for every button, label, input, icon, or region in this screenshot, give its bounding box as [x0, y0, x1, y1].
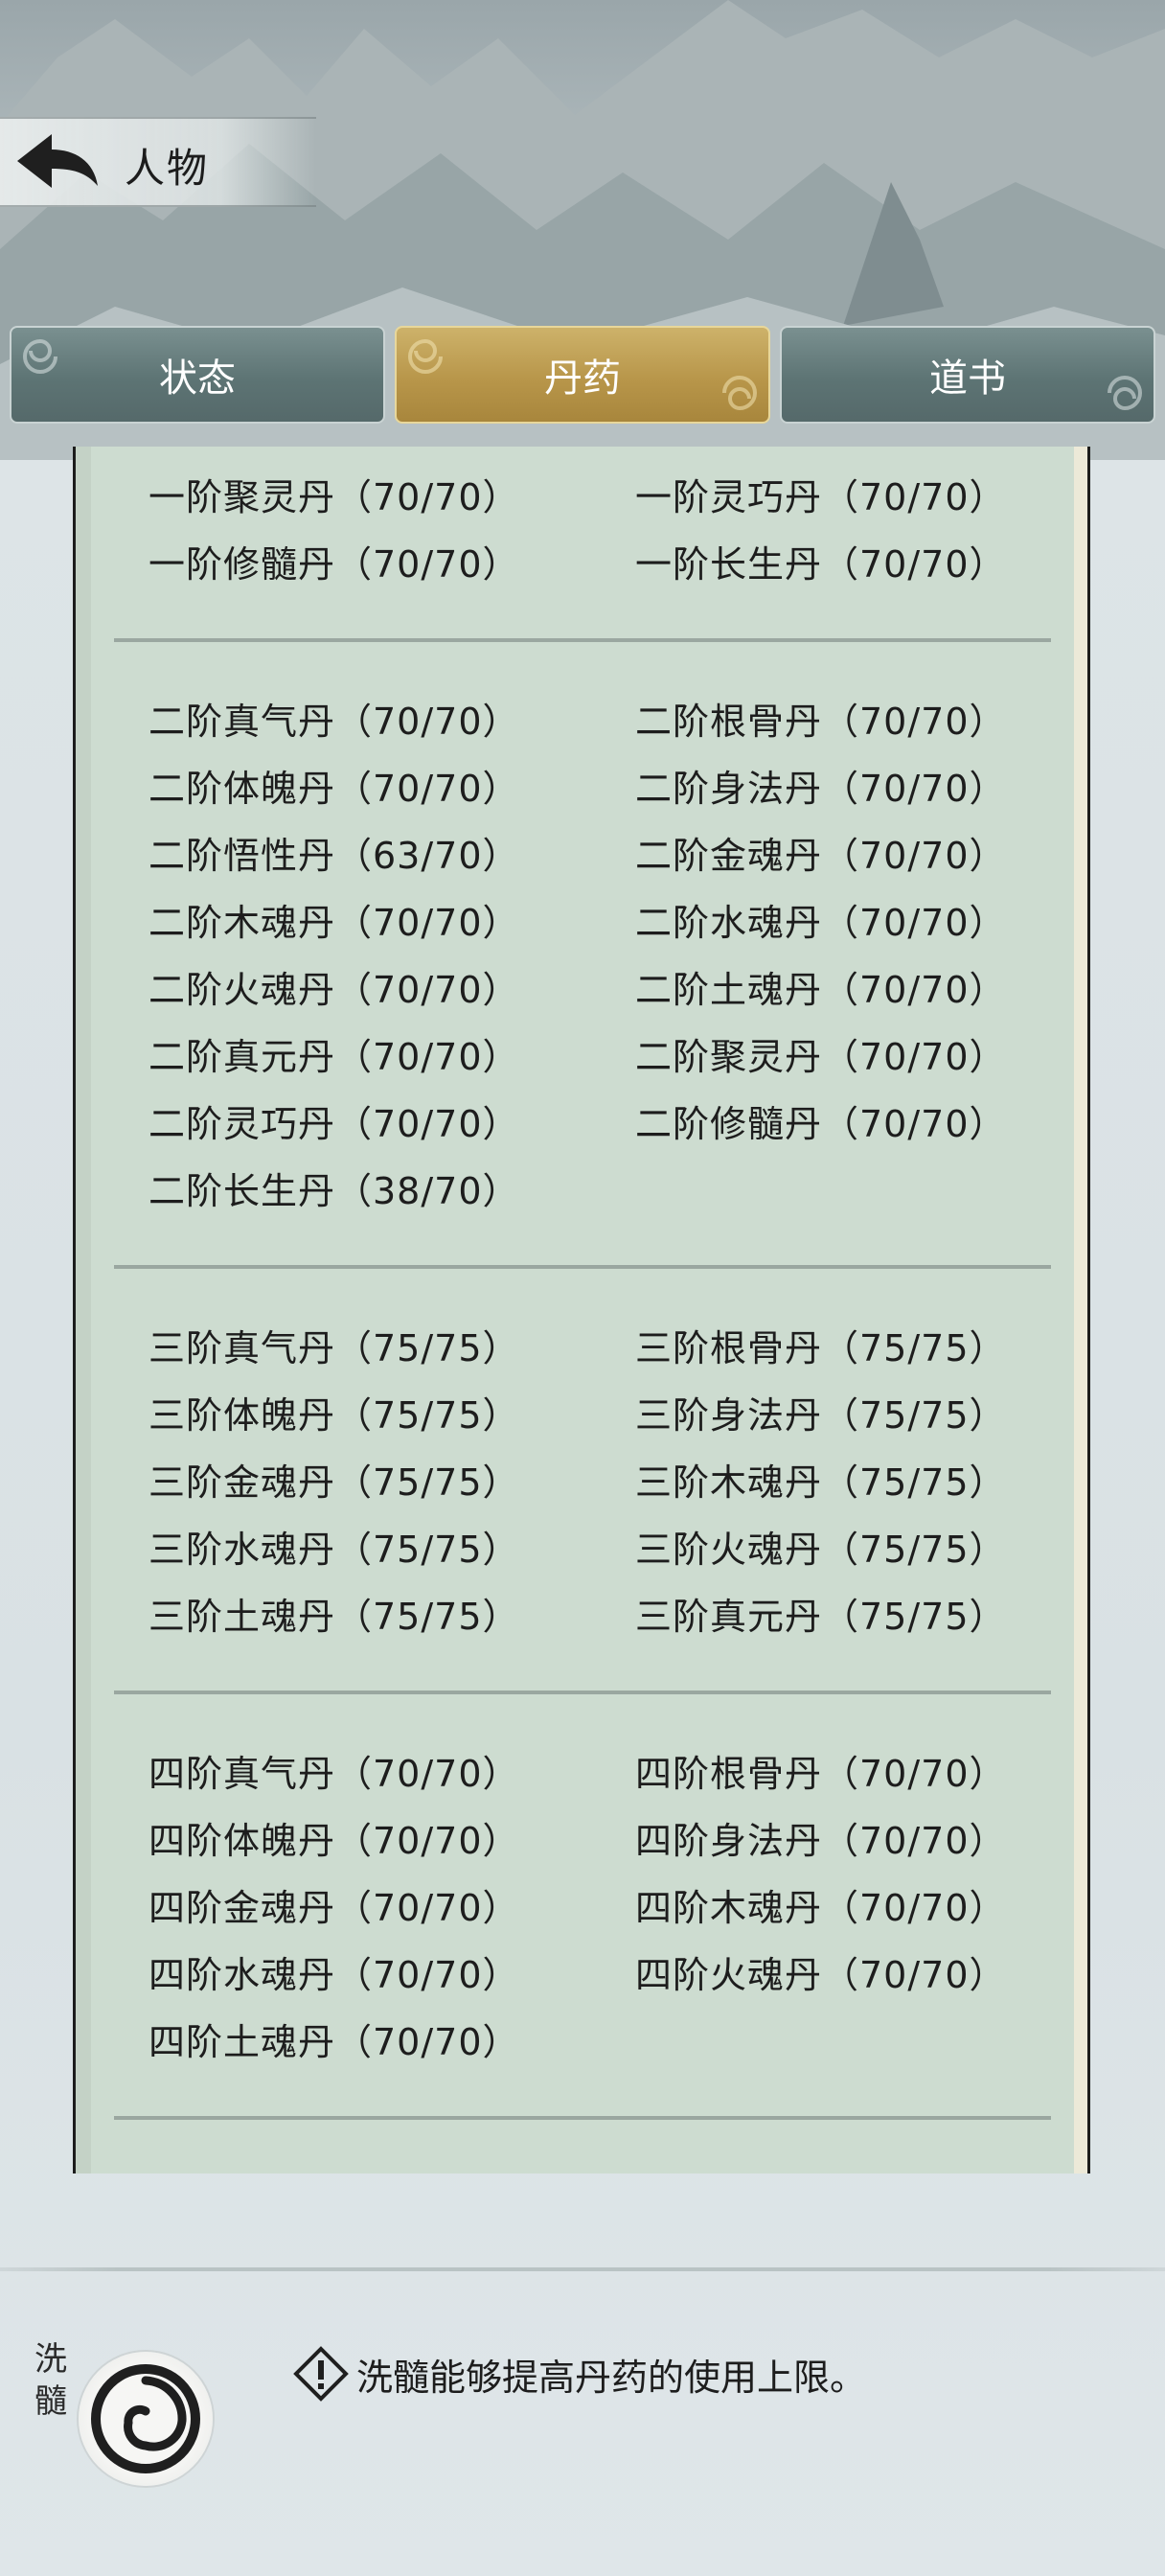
pill-list-panel[interactable]: 一阶聚灵丹（70/70） 一阶灵巧丹（70/70） 一阶修髓丹（70/70） 一… — [73, 447, 1090, 2174]
pill-item: 二阶修髓丹（70/70） — [635, 1103, 1007, 1145]
pill-item: 三阶金魂丹（75/75） — [148, 1461, 520, 1504]
back-button[interactable] — [13, 130, 102, 194]
pill-item: 二阶灵巧丹（70/70） — [148, 1103, 520, 1145]
pill-item: 三阶根骨丹（75/75） — [635, 1327, 1007, 1369]
back-arrow-icon — [17, 134, 98, 188]
pill-item: 二阶火魂丹（70/70） — [148, 969, 520, 1011]
pill-item: 三阶火魂丹（75/75） — [635, 1529, 1007, 1571]
pill-item: 四阶水魂丹（70/70） — [148, 1954, 520, 1996]
pill-item: 四阶真气丹（70/70） — [148, 1753, 520, 1795]
pill-item: 三阶体魄丹（75/75） — [148, 1394, 520, 1437]
top-bar: 人物 — [0, 117, 316, 207]
panel-edge-left — [76, 447, 91, 2174]
pill-item: 三阶土魂丹（75/75） — [148, 1596, 520, 1638]
pill-item: 三阶真元丹（75/75） — [635, 1596, 1007, 1638]
tab-daoshu-label: 道书 — [929, 356, 1006, 401]
tab-status[interactable]: 状态 — [10, 326, 385, 424]
pill-item: 四阶火魂丹（70/70） — [635, 1954, 1007, 1996]
pill-item: 四阶木魂丹（70/70） — [635, 1887, 1007, 1929]
pill-item: 三阶身法丹（75/75） — [635, 1394, 1007, 1437]
cloud-swirl-icon — [722, 376, 757, 411]
pill-item: 四阶土魂丹（70/70） — [148, 2021, 520, 2063]
tab-daoshu[interactable]: 道书 — [780, 326, 1155, 424]
cloud-swirl-icon — [23, 338, 57, 374]
pill-item: 二阶悟性丹（63/70） — [148, 835, 520, 877]
page-title: 人物 — [125, 145, 210, 192]
pill-item: 四阶体魄丹（70/70） — [148, 1820, 520, 1862]
group-divider — [114, 1265, 1051, 1269]
pill-item: 二阶真元丹（70/70） — [148, 1036, 520, 1078]
tab-pills[interactable]: 丹药 — [395, 326, 770, 424]
pill-item: 二阶聚灵丹（70/70） — [635, 1036, 1007, 1078]
pill-item: 四阶身法丹（70/70） — [635, 1820, 1007, 1862]
pill-item: 二阶木魂丹（70/70） — [148, 902, 520, 944]
pill-item: 四阶金魂丹（70/70） — [148, 1887, 520, 1929]
pill-item: 三阶真气丹（75/75） — [148, 1327, 520, 1369]
pill-item: 一阶聚灵丹（70/70） — [148, 476, 520, 518]
pill-item: 二阶长生丹（38/70） — [148, 1170, 520, 1212]
pill-item: 四阶根骨丹（70/70） — [635, 1753, 1007, 1795]
bottom-divider — [0, 2267, 1165, 2271]
pill-item: 二阶身法丹（70/70） — [635, 768, 1007, 810]
hint-text: 洗髓能够提高丹药的使用上限。 — [356, 2356, 867, 2399]
cloud-swirl-icon — [1108, 376, 1142, 411]
cloud-swirl-icon — [408, 338, 443, 374]
pill-item: 一阶灵巧丹（70/70） — [635, 476, 1007, 518]
pill-item: 二阶真气丹（70/70） — [148, 701, 520, 743]
tab-bar: 状态 丹药 道书 — [10, 326, 1155, 426]
pill-item: 二阶体魄丹（70/70） — [148, 768, 520, 810]
tab-pills-label: 丹药 — [544, 356, 621, 401]
pill-item: 一阶修髓丹（70/70） — [148, 543, 520, 586]
hint-row: 洗髓能够提高丹药的使用上限。 — [293, 2346, 866, 2402]
pill-item: 二阶金魂丹（70/70） — [635, 835, 1007, 877]
pill-item: 一阶长生丹（70/70） — [635, 543, 1007, 586]
panel-edge-right — [1074, 447, 1087, 2174]
pill-item: 三阶木魂丹（75/75） — [635, 1461, 1007, 1504]
pill-item: 二阶根骨丹（70/70） — [635, 701, 1007, 743]
pill-item: 二阶水魂丹（70/70） — [635, 902, 1007, 944]
xisui-button[interactable] — [79, 2352, 213, 2486]
pill-item: 二阶土魂丹（70/70） — [635, 969, 1007, 1011]
spiral-icon — [91, 2364, 200, 2473]
group-divider — [114, 1690, 1051, 1694]
warning-diamond-icon — [293, 2346, 349, 2402]
group-divider — [114, 2116, 1051, 2120]
group-divider — [114, 638, 1051, 642]
pill-item: 三阶水魂丹（75/75） — [148, 1529, 520, 1571]
tab-status-label: 状态 — [159, 356, 236, 401]
